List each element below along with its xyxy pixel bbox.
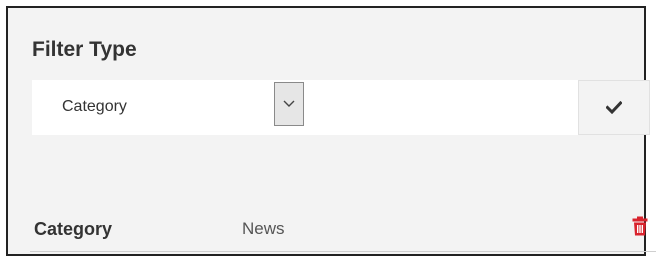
filter-value-input[interactable] xyxy=(304,80,574,135)
chevron-down-icon xyxy=(283,100,295,107)
delete-filter-button[interactable] xyxy=(632,216,650,238)
apply-filter-button[interactable] xyxy=(578,80,650,135)
filter-input-row: Category xyxy=(32,80,650,135)
filter-type-title: Filter Type xyxy=(32,38,137,61)
select-caret-button[interactable] xyxy=(274,82,304,126)
filter-row-divider xyxy=(30,251,656,252)
active-filter-label: Category xyxy=(34,219,113,239)
trash-icon xyxy=(632,216,648,236)
filter-type-select[interactable]: Category xyxy=(32,80,304,135)
active-filter-value: News xyxy=(242,219,285,238)
checkmark-icon xyxy=(606,101,622,114)
filter-type-select-value: Category xyxy=(62,98,127,115)
